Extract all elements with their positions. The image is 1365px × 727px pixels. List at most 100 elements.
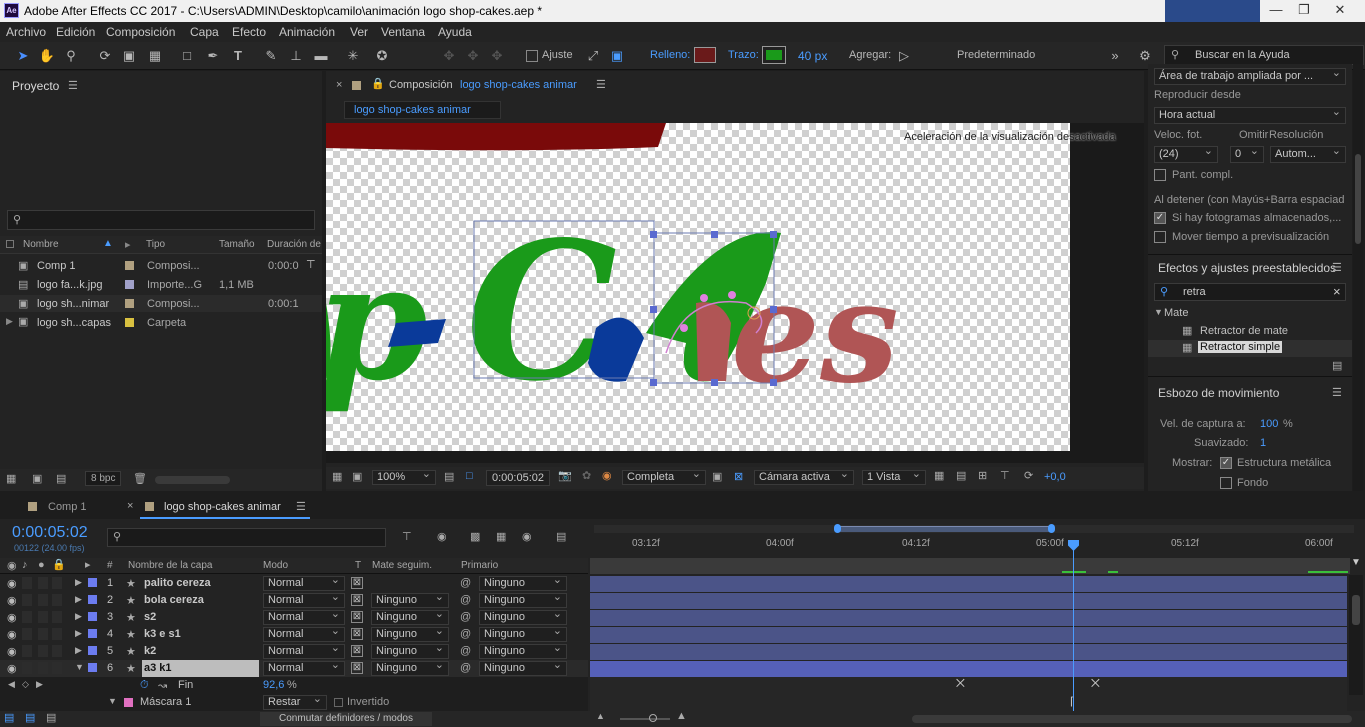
layer-mode-dropdown[interactable]: Normal: [263, 625, 345, 642]
parent-dropdown[interactable]: Ninguno: [479, 642, 567, 659]
text-tool-icon[interactable]: T: [229, 47, 247, 65]
channel-icon[interactable]: ◉: [602, 469, 612, 482]
current-time-field[interactable]: 0:00:05:02: [486, 470, 550, 486]
skip-dropdown[interactable]: 0: [1230, 144, 1264, 163]
layer-label-swatch[interactable]: [88, 663, 97, 672]
composition-name[interactable]: logo shop-cakes animar: [460, 79, 577, 91]
zoom-tool-icon[interactable]: ⚲: [62, 47, 80, 65]
world-axis-icon[interactable]: ✥: [464, 47, 482, 65]
layer-label-swatch[interactable]: [88, 646, 97, 655]
zoom-in-icon[interactable]: ▲: [676, 710, 687, 722]
collapse-arrow-icon[interactable]: ▼: [108, 696, 117, 706]
collapse-arrow-icon[interactable]: ▼: [75, 662, 84, 672]
show-snapshot-icon[interactable]: ✿: [582, 469, 591, 482]
camera-dropdown[interactable]: Cámara activa: [754, 468, 854, 485]
expand-arrow-icon[interactable]: ▶: [75, 645, 82, 656]
layer-label-swatch[interactable]: [88, 578, 97, 587]
project-item-folder[interactable]: ▶ ▣ logo sh...capas Carpeta: [0, 314, 322, 331]
project-item-comp-animar[interactable]: ▣ logo sh...nimar Composi... 0:00:1: [0, 295, 322, 312]
lock-toggle[interactable]: [52, 662, 62, 674]
audio-icon[interactable]: ♪: [22, 559, 28, 571]
lock-toggle[interactable]: [52, 611, 62, 623]
layer-duration-bar[interactable]: [590, 627, 1347, 643]
flowchart-icon[interactable]: ⊤: [1000, 469, 1010, 482]
hand-tool-icon[interactable]: ✋: [38, 47, 56, 65]
close-panel-icon[interactable]: ×: [336, 79, 342, 91]
snap-target-icon[interactable]: ▣: [608, 47, 626, 65]
playhead-line[interactable]: [1073, 541, 1074, 711]
snapshot-icon[interactable]: 📷: [558, 469, 572, 482]
motion-blur-icon[interactable]: ◉: [522, 530, 532, 543]
parent-dropdown[interactable]: Ninguno: [479, 591, 567, 608]
solo-toggle[interactable]: [38, 662, 48, 674]
maximize-button[interactable]: ❐: [1290, 0, 1318, 20]
fit-icon[interactable]: ▤: [444, 470, 454, 483]
resolution-dropdown[interactable]: Autom...: [1270, 144, 1346, 163]
expand-arrow-icon[interactable]: ▶: [75, 577, 82, 588]
visibility-eye-icon[interactable]: ◉: [7, 628, 17, 641]
panel-menu-icon[interactable]: ☰: [1332, 386, 1342, 399]
column-size[interactable]: Tamaño: [219, 239, 255, 250]
prev-keyframe-icon[interactable]: ◀: [8, 679, 15, 690]
snap-checkbox[interactable]: [526, 50, 538, 62]
in-out-icon[interactable]: ▤: [46, 711, 56, 724]
shy-layers-icon[interactable]: ▩: [470, 530, 480, 543]
solo-toggle[interactable]: [38, 594, 48, 606]
timeline-link-icon[interactable]: ⊞: [978, 469, 987, 482]
flowchart-icon[interactable]: ⊤: [306, 258, 316, 271]
panel-menu-icon[interactable]: ☰: [1332, 261, 1342, 274]
search-settings-icon[interactable]: ⚙: [1136, 47, 1154, 65]
lock-icon[interactable]: 🔒: [52, 558, 66, 571]
fullscreen-checkbox[interactable]: [1154, 169, 1166, 181]
work-area-start-handle[interactable]: [834, 524, 841, 533]
menu-ventana[interactable]: Ventana: [381, 25, 425, 39]
label-tag-icon[interactable]: ▸: [85, 558, 91, 571]
work-area-range[interactable]: [838, 526, 1052, 532]
comp-marker-icon[interactable]: ▼: [1351, 557, 1363, 569]
layer-switches-icon[interactable]: ▤: [4, 711, 14, 724]
preserve-transparency-icon[interactable]: ⊠: [351, 662, 363, 674]
menu-ayuda[interactable]: Ayuda: [438, 25, 472, 39]
menu-archivo[interactable]: Archivo: [6, 25, 46, 39]
col-layer-name[interactable]: Nombre de la capa: [128, 560, 213, 571]
new-folder-icon[interactable]: ▣: [32, 472, 42, 485]
menu-efecto[interactable]: Efecto: [232, 25, 266, 39]
toggle-switches-modes-button[interactable]: Conmutar definidores / modos: [260, 712, 432, 726]
preserve-transparency-icon[interactable]: ⊠: [351, 645, 363, 657]
always-preview-icon[interactable]: ▦: [332, 470, 342, 483]
layer-duration-bar[interactable]: [590, 593, 1347, 609]
visibility-eye-icon[interactable]: ◉: [7, 577, 17, 590]
mask-mode-dropdown[interactable]: Restar: [263, 693, 327, 710]
work-area-bar[interactable]: [594, 524, 1354, 533]
expand-arrow-icon[interactable]: ▶: [75, 594, 82, 605]
layer-row[interactable]: ◉ ▶ 1 ★ palito cerezaNormal ⊠ @ Ninguno: [0, 574, 588, 592]
project-item-comp1[interactable]: ▣ Comp 1 Composi... 0:00:0 ⊤: [0, 257, 322, 274]
visibility-eye-icon[interactable]: ◉: [7, 662, 17, 675]
help-search-input[interactable]: ⚲ Buscar en la Ayuda: [1164, 45, 1364, 65]
workspace-overflow-icon[interactable]: »: [1106, 47, 1124, 65]
solo-toggle[interactable]: [38, 577, 48, 589]
keyframe-icon[interactable]: ◇: [22, 679, 29, 690]
property-value[interactable]: 92,6: [263, 679, 284, 691]
scrollbar-thumb[interactable]: [1352, 595, 1360, 625]
interpret-footage-icon[interactable]: ▦: [6, 472, 16, 485]
layer-name[interactable]: palito cereza: [142, 575, 259, 592]
minimize-button[interactable]: —: [1262, 0, 1290, 20]
layer-row[interactable]: ◉ ▶ 2 ★ bola cerezaNormal ⊠ Ninguno @ Ninguno: [0, 591, 588, 609]
visibility-eye-icon[interactable]: ◉: [7, 645, 17, 658]
workspace-area-dropdown[interactable]: Área de trabajo ampliada por ...: [1154, 66, 1346, 85]
pick-whip-icon[interactable]: @: [460, 662, 471, 674]
layer-mode-dropdown[interactable]: Normal: [263, 659, 345, 676]
layer-search-input[interactable]: ⚲: [107, 528, 386, 547]
lock-icon[interactable]: 🔒: [371, 77, 385, 90]
puppet-pin-tool-icon[interactable]: ✪: [373, 47, 391, 65]
menu-composicion[interactable]: Composición: [106, 25, 175, 39]
zoom-slider[interactable]: [620, 718, 670, 720]
label-color-swatch[interactable]: [125, 261, 134, 270]
close-window-button[interactable]: ✕: [1320, 0, 1360, 20]
draft-3d-icon[interactable]: ◉: [437, 530, 447, 543]
preserve-transparency-icon[interactable]: ⊠: [351, 611, 363, 623]
menu-capa[interactable]: Capa: [190, 25, 219, 39]
effect-item-selected[interactable]: ▦ Retractor simple: [1148, 340, 1352, 357]
new-preset-icon[interactable]: ▤: [1332, 359, 1342, 372]
